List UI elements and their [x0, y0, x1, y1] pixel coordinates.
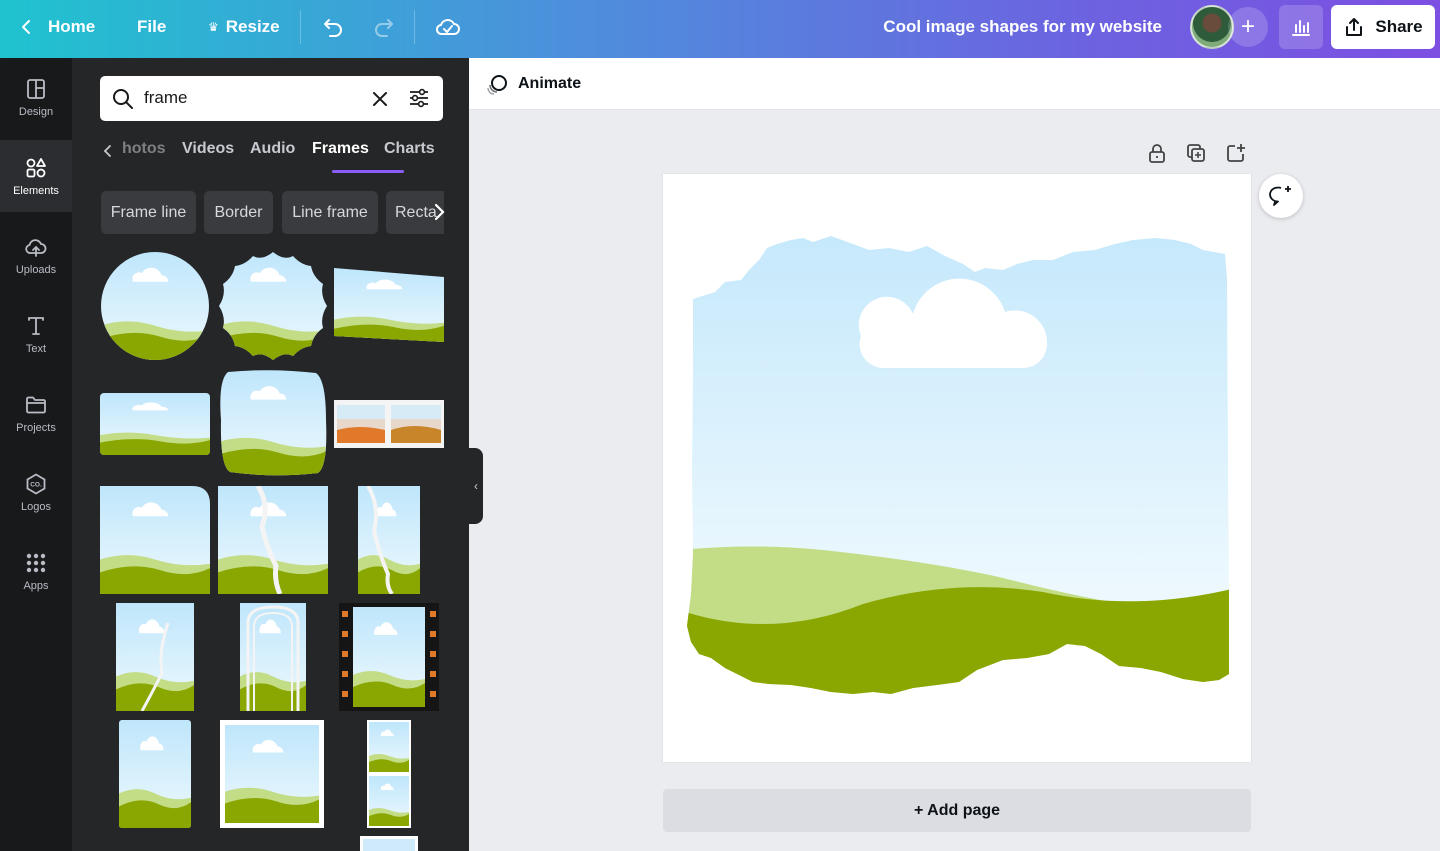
lock-icon[interactable] — [1146, 142, 1168, 164]
rail-label: Elements — [13, 184, 59, 197]
home-button[interactable]: Home — [18, 0, 95, 54]
frame-torn-paper[interactable] — [116, 603, 194, 711]
design-canvas[interactable] — [663, 174, 1251, 762]
rail-label: Apps — [23, 579, 49, 592]
duplicate-page-icon[interactable] — [1185, 142, 1207, 164]
frame-tab-corner[interactable] — [100, 486, 210, 594]
plus-icon: + — [1240, 13, 1255, 40]
rail-label: Uploads — [15, 263, 57, 276]
text-icon — [28, 316, 44, 335]
save-status-button[interactable] — [435, 0, 461, 54]
share-button[interactable]: Share — [1331, 5, 1435, 49]
share-icon — [1346, 18, 1363, 36]
file-menu-button[interactable]: File — [137, 0, 166, 54]
frame-scalloped[interactable] — [218, 251, 328, 361]
active-tab-indicator — [332, 170, 404, 173]
rail-label: Logos — [21, 500, 51, 513]
chip-border[interactable]: Border — [204, 191, 273, 234]
tab-frames[interactable]: Frames — [312, 140, 369, 158]
top-bar: Home File ♛ Resize Cool image shapes for… — [0, 0, 1440, 58]
frame-stacked[interactable] — [367, 720, 411, 828]
rail-label: Text — [25, 342, 47, 355]
svg-text:CO.: CO. — [30, 481, 42, 488]
frame-portrait-rounded[interactable] — [119, 720, 191, 828]
torn-frame-image[interactable] — [663, 174, 1251, 762]
rail-item-apps[interactable]: Apps — [0, 535, 72, 607]
add-comment-button[interactable] — [1259, 174, 1303, 218]
undo-button[interactable] — [321, 0, 345, 54]
collapse-panel-button[interactable]: ‹ — [469, 448, 483, 524]
chip-line-frame[interactable]: Line frame — [282, 191, 378, 234]
layout-icon — [27, 78, 45, 99]
frame-rounded-rect[interactable] — [100, 393, 210, 455]
cloud-check-icon — [435, 19, 460, 35]
invite-button[interactable]: + — [1228, 7, 1268, 47]
home-label: Home — [48, 17, 96, 36]
frame-skewed[interactable] — [334, 268, 444, 344]
resize-button[interactable]: ♛ Resize — [208, 0, 280, 54]
add-page-button[interactable]: + Add page — [663, 789, 1251, 832]
add-page-icon[interactable] — [1225, 142, 1247, 164]
chip-frame-line[interactable]: Frame line — [101, 191, 196, 234]
share-label: Share — [1375, 17, 1423, 36]
search-input[interactable]: frame — [100, 76, 443, 121]
tab-videos[interactable]: Videos — [182, 140, 234, 158]
animate-button[interactable] — [485, 73, 509, 102]
document-title[interactable]: Cool image shapes for my website — [883, 0, 1162, 54]
resize-label: Resize — [225, 17, 280, 36]
divider — [414, 10, 415, 44]
animate-label[interactable]: Animate — [518, 75, 581, 93]
frame-line-arch[interactable] — [240, 603, 306, 711]
frame-double-photo[interactable] — [334, 400, 444, 448]
frame-torn-narrow[interactable] — [358, 486, 420, 594]
divider — [300, 10, 301, 44]
tab-audio[interactable]: Audio — [250, 140, 295, 158]
frame-polaroid[interactable] — [220, 720, 324, 828]
chevron-left-icon — [22, 20, 30, 34]
redo-icon — [375, 19, 393, 37]
frame-film-strip[interactable] — [339, 603, 439, 711]
crown-icon: ♛ — [208, 20, 219, 34]
rail-item-design[interactable]: Design — [0, 61, 72, 133]
file-label: File — [137, 17, 167, 36]
frame-blob[interactable] — [218, 370, 328, 476]
rail-item-text[interactable]: Text — [0, 298, 72, 370]
bar-chart-icon — [1292, 20, 1310, 36]
chevron-left-icon[interactable] — [102, 144, 114, 158]
rail-item-uploads[interactable]: Uploads — [0, 219, 72, 291]
shapes-icon — [26, 157, 46, 177]
tab-charts[interactable]: Charts — [384, 140, 435, 158]
category-tabs: hotos Videos Audio Frames Charts — [100, 138, 440, 174]
elements-panel: frame hotos Videos Audio Frames Charts F… — [72, 58, 469, 851]
rail-item-logos[interactable]: CO. Logos — [0, 456, 72, 528]
side-rail: Design Elements Uploads Text Projects CO… — [0, 58, 72, 851]
insights-button[interactable] — [1279, 5, 1323, 49]
clear-search-icon[interactable] — [371, 90, 389, 108]
editor-toolbar: Animate — [469, 58, 1440, 110]
rail-label: Projects — [16, 421, 56, 434]
chevron-right-icon[interactable] — [432, 203, 446, 221]
cloud-upload-icon — [25, 238, 47, 257]
rail-label: Design — [18, 105, 54, 118]
redo-button[interactable] — [372, 0, 396, 54]
comment-add-icon — [1269, 186, 1291, 206]
search-icon — [113, 89, 133, 109]
rail-item-projects[interactable]: Projects — [0, 377, 72, 449]
animate-icon — [487, 75, 507, 95]
tab-photos[interactable]: hotos — [122, 140, 166, 158]
grid-dots-icon — [26, 553, 46, 572]
undo-icon — [324, 19, 342, 37]
folder-icon — [26, 396, 46, 413]
frame-circle[interactable] — [100, 251, 210, 361]
rail-item-elements[interactable]: Elements — [0, 140, 72, 212]
filter-icon[interactable] — [408, 87, 430, 109]
chevron-left-icon: ‹ — [474, 479, 478, 493]
frame-partial[interactable] — [360, 836, 418, 851]
logo-icon: CO. — [26, 472, 46, 495]
search-value: frame — [144, 88, 188, 107]
frame-torn-vertical[interactable] — [218, 486, 328, 594]
